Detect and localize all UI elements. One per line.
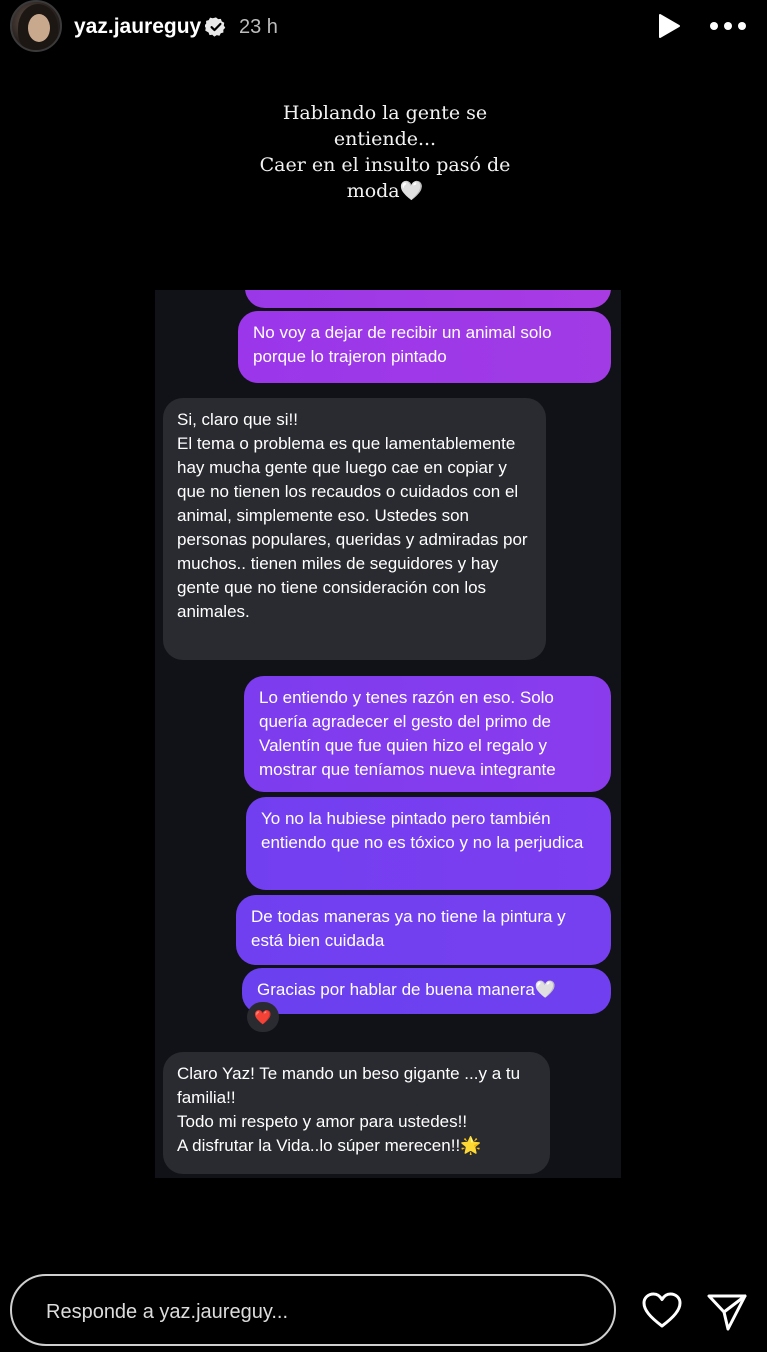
message-bubble-sent: Yo no la hubiese pintado pero también en… — [246, 797, 611, 890]
chat-screenshot: No voy a dejar de recibir un animal solo… — [155, 290, 621, 1178]
story-caption: Hablando la gente se entiende... Caer en… — [240, 100, 530, 204]
message-bubble-received: Claro Yaz! Te mando un beso gigante ...y… — [163, 1052, 550, 1174]
story-viewer: yaz.jaureguy 23 h Hablando la gente se e… — [0, 0, 767, 1352]
verified-badge-icon — [205, 17, 226, 37]
reply-input-container[interactable] — [10, 1274, 616, 1346]
heart-icon[interactable] — [642, 1292, 682, 1330]
send-icon[interactable] — [706, 1292, 748, 1332]
reply-input[interactable] — [44, 1296, 588, 1328]
caption-line: moda🤍 — [346, 180, 424, 202]
more-icon[interactable] — [708, 12, 748, 40]
message-bubble-sent: Lo entiendo y tenes razón en eso. Solo q… — [244, 676, 611, 792]
message-bubble-received: Si, claro que si!! El tema o problema es… — [163, 398, 546, 660]
message-bubble-partial — [245, 290, 611, 308]
message-bubble-sent: De todas maneras ya no tiene la pintura … — [236, 895, 611, 965]
caption-line: Hablando la gente se — [282, 102, 488, 124]
avatar[interactable] — [10, 0, 62, 52]
username[interactable]: yaz.jaureguy — [74, 15, 201, 39]
story-header: yaz.jaureguy 23 h — [0, 0, 767, 60]
message-bubble-sent: Gracias por hablar de buena manera🤍 — [242, 968, 611, 1014]
message-bubble-sent: No voy a dejar de recibir un animal solo… — [238, 311, 611, 383]
heart-reaction: ❤️ — [247, 1002, 279, 1032]
post-time: 23 h — [239, 16, 278, 38]
caption-line: Caer en el insulto pasó de — [259, 154, 511, 176]
caption-line: entiende... — [333, 128, 437, 150]
play-icon[interactable] — [656, 12, 682, 40]
